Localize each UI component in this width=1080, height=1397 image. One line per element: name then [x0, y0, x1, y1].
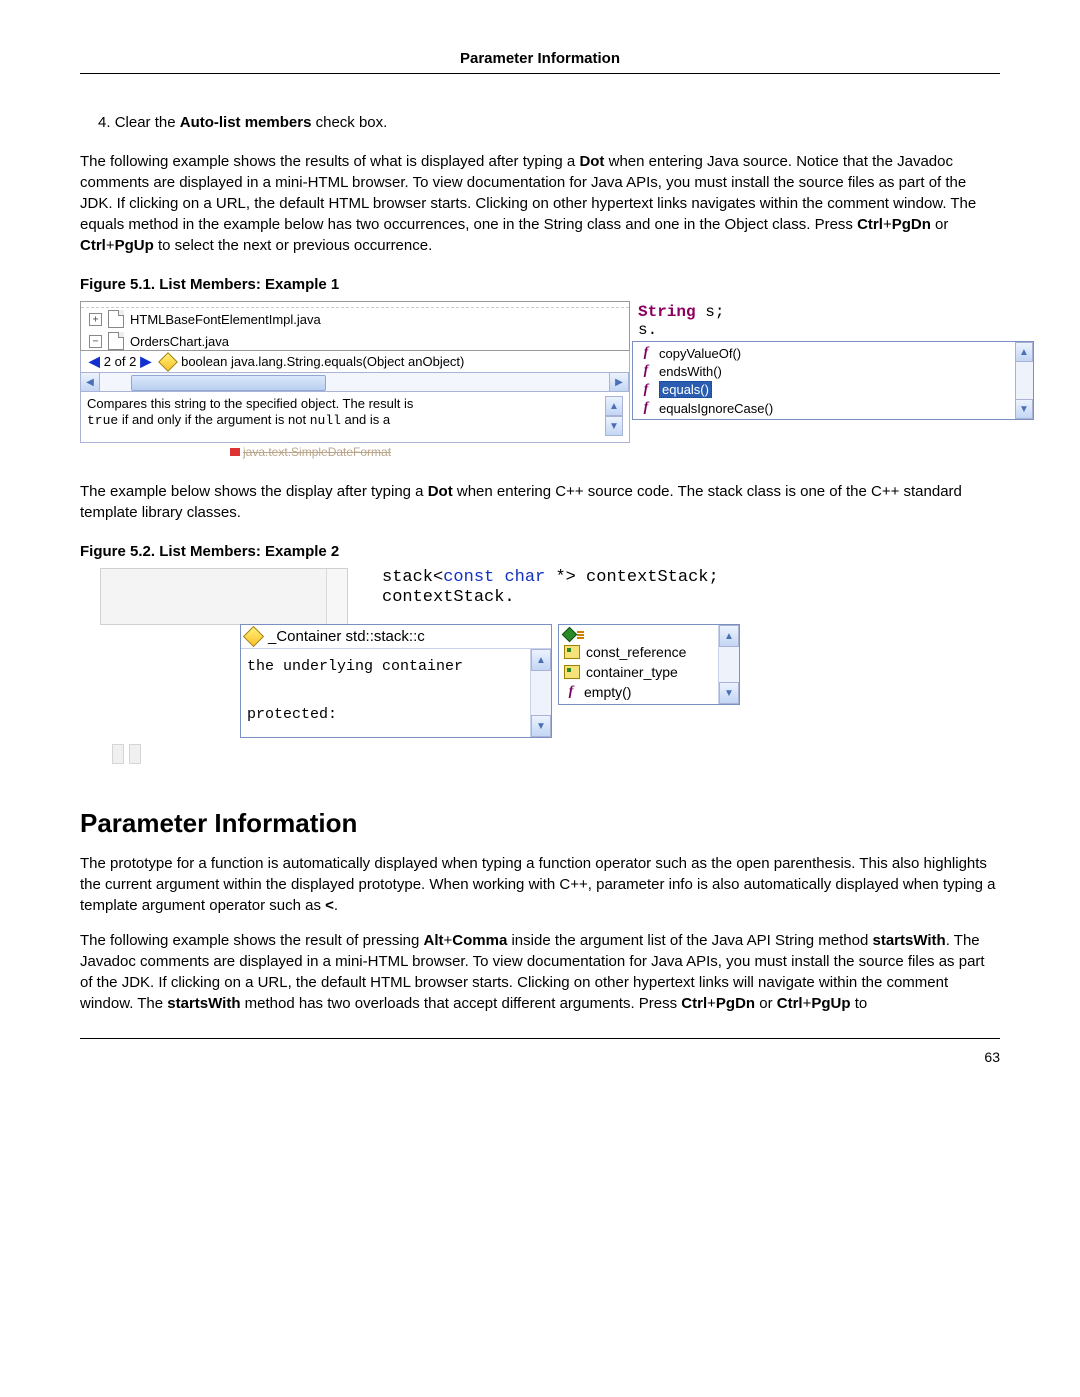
step-4: 4. Clear the Auto-list members check box… [98, 114, 1000, 131]
figure-5-2-caption: Figure 5.2. List Members: Example 2 [80, 543, 1000, 560]
scroll-down-icon[interactable]: ▼ [1015, 399, 1033, 419]
function-icon: f [639, 400, 653, 416]
scroll-up-icon[interactable]: ▲ [719, 625, 739, 647]
sort-icon [564, 629, 584, 640]
function-icon: f [639, 363, 653, 379]
tree-row-label: HTMLBaseFontElementImpl.java [130, 312, 321, 327]
function-icon: f [639, 382, 653, 398]
horizontal-scrollbar[interactable]: ◀ ▶ [80, 373, 630, 392]
figure-5-1: + HTMLBaseFontElementImpl.java − OrdersC… [80, 301, 940, 461]
scroll-down-icon[interactable]: ▼ [605, 416, 623, 436]
editor-gutter [100, 568, 348, 625]
collapse-icon[interactable]: − [89, 335, 102, 348]
type-icon [564, 665, 580, 679]
expand-icon[interactable]: + [89, 313, 102, 326]
file-tree[interactable]: + HTMLBaseFontElementImpl.java − OrdersC… [80, 301, 630, 351]
function-icon: f [564, 684, 578, 700]
page-number: 63 [80, 1049, 1000, 1065]
info-scrollbar[interactable]: ▲ ▼ [530, 649, 551, 737]
prev-overload-icon[interactable]: ◀ [85, 353, 104, 370]
scroll-up-icon[interactable]: ▲ [1015, 342, 1033, 362]
paragraph-3: The prototype for a function is automati… [80, 853, 1000, 916]
scroll-left-icon[interactable]: ◀ [81, 373, 100, 391]
file-icon [108, 310, 124, 328]
completion-item[interactable]: f copyValueOf() [633, 344, 1015, 362]
completion-sort-row[interactable] [559, 627, 718, 642]
editor-tab-stubs [112, 744, 141, 764]
overload-nav: ◀ 2 of 2 ▶ boolean java.lang.String.equa… [80, 351, 630, 373]
next-overload-icon[interactable]: ▶ [136, 353, 155, 370]
figure-5-2: stack<const char *> contextStack; contex… [100, 568, 750, 768]
completion-item[interactable]: const_reference [559, 642, 718, 662]
member-info-panel: _Container std::stack::c the underlying … [240, 624, 552, 738]
member-icon [243, 626, 264, 647]
paragraph-1: The following example shows the results … [80, 151, 1000, 256]
scroll-down-icon[interactable]: ▼ [719, 682, 739, 704]
completion-item[interactable]: f empty() [559, 682, 718, 702]
scroll-down-icon[interactable]: ▼ [531, 715, 551, 737]
scroll-up-icon[interactable]: ▲ [605, 396, 623, 416]
scroll-thumb[interactable] [131, 375, 326, 391]
tree-row-2[interactable]: − OrdersChart.java [81, 330, 629, 352]
completion-item[interactable]: container_type [559, 662, 718, 682]
completion-item-selected[interactable]: f equals() [633, 380, 1015, 399]
method-signature: boolean java.lang.String.equals(Object a… [181, 354, 464, 369]
scroll-right-icon[interactable]: ▶ [609, 373, 629, 391]
method-icon [158, 352, 178, 372]
completion-scrollbar[interactable]: ▲ ▼ [718, 625, 739, 704]
file-icon [108, 332, 124, 350]
tree-row-1[interactable]: + HTMLBaseFontElementImpl.java [81, 308, 629, 330]
footer-rule [80, 1038, 1000, 1039]
page-header-title: Parameter Information [80, 50, 1000, 74]
completion-list[interactable]: f copyValueOf() f endsWith() f equals() … [632, 341, 1034, 420]
member-info-header: _Container std::stack::c [241, 625, 551, 649]
completion-item[interactable]: f endsWith() [633, 362, 1015, 380]
figure-5-1-caption: Figure 5.1. List Members: Example 1 [80, 276, 1000, 293]
javadoc-scrollbar[interactable]: ▲ ▼ [605, 396, 623, 436]
type-icon [564, 645, 580, 659]
paragraph-2: The example below shows the display afte… [80, 481, 1000, 523]
cpp-code-snippet: stack<const char *> contextStack; contex… [382, 568, 750, 609]
paragraph-4: The following example shows the result o… [80, 930, 1000, 1014]
completion-item[interactable]: f equalsIgnoreCase() [633, 399, 1015, 417]
code-snippet: String s; s. [632, 301, 1062, 339]
scroll-up-icon[interactable]: ▲ [531, 649, 551, 671]
cpp-completion-list[interactable]: const_reference container_type f empty()… [558, 624, 740, 705]
overload-counter: 2 of 2 [104, 354, 137, 369]
function-icon: f [639, 345, 653, 361]
section-heading: Parameter Information [80, 808, 1000, 839]
completion-scrollbar[interactable]: ▲ ▼ [1015, 342, 1033, 419]
javadoc-pane[interactable]: Compares this string to the specified ob… [80, 392, 630, 443]
tree-row-label: OrdersChart.java [130, 334, 229, 349]
ghost-text: java.text.SimpleDateFormat [230, 445, 391, 459]
